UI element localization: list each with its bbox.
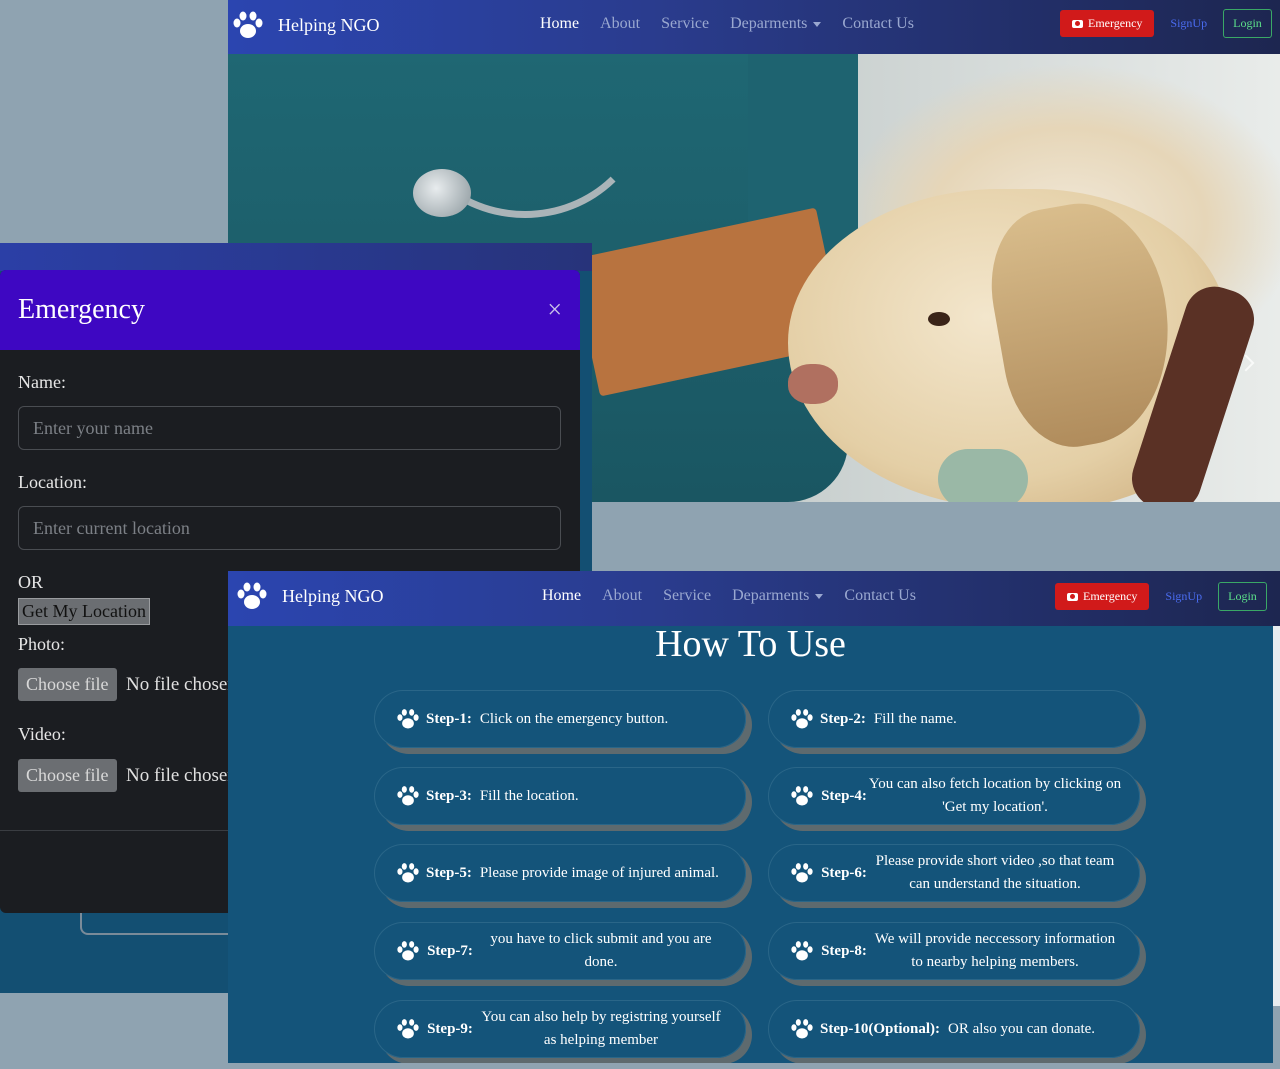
caret-down-icon: [813, 21, 822, 27]
brand[interactable]: Helping NGO: [232, 10, 380, 40]
dog-eye: [928, 312, 950, 326]
paw-icon: [396, 785, 420, 807]
step-label: Step-2:: [820, 711, 866, 727]
paw-icon: [396, 1018, 420, 1040]
or-label: OR: [18, 572, 44, 592]
brand-name-2: Helping NGO: [282, 585, 384, 606]
photo-choose-file-button[interactable]: Choose file: [18, 668, 117, 701]
brand-2[interactable]: Helping NGO: [236, 581, 384, 611]
camera-icon: [1067, 592, 1078, 601]
close-icon[interactable]: ×: [547, 297, 562, 323]
nav-departments-label-2: Deparments: [732, 587, 810, 604]
step-label: Step-7:: [427, 943, 473, 959]
backdrop-navbar-strip: [0, 243, 592, 271]
photo-file-status: No file chosen: [126, 674, 237, 695]
nav-actions: Emergency SignUp Login: [1060, 9, 1272, 38]
nav-actions-2: Emergency SignUp Login: [1055, 582, 1267, 611]
emergency-button-label: Emergency: [1088, 16, 1143, 30]
step-label: Step-9:: [427, 1021, 473, 1037]
paw-icon: [396, 708, 420, 730]
paw-icon: [790, 862, 814, 884]
step-card: Step-5: Please provide image of injured a…: [374, 844, 746, 902]
paw-logo-icon: [236, 581, 268, 611]
video-file-status: No file chosen: [126, 765, 237, 786]
emergency-button-label-2: Emergency: [1083, 589, 1138, 603]
step-text: Fill the location.: [479, 787, 579, 804]
emergency-button-2[interactable]: Emergency: [1055, 583, 1150, 610]
step-text: Fill the name.: [873, 710, 957, 727]
get-my-location-button[interactable]: Get My Location: [18, 598, 150, 625]
step-text: Please provide short video ,so that team…: [875, 853, 1115, 892]
step-text: Please provide image of injured animal.: [479, 864, 719, 881]
modal-header: Emergency ×: [0, 270, 580, 350]
how-to-use-title: How To Use: [655, 626, 846, 665]
how-to-use-section: How To Use Step-1: Click on the emergency…: [228, 626, 1273, 1063]
step-label: Step-10(Optional):: [820, 1021, 940, 1037]
signup-button[interactable]: SignUp: [1164, 10, 1213, 37]
nav-home-2[interactable]: Home: [542, 587, 581, 605]
modal-title: Emergency: [18, 294, 145, 325]
step-card: Step-2: Fill the name.: [768, 690, 1140, 748]
paw-icon: [790, 785, 814, 807]
step-card: Step-4: You can also fetch location by cl…: [768, 767, 1140, 825]
name-input[interactable]: [18, 406, 561, 450]
nav-contact-2[interactable]: Contact Us: [844, 587, 916, 605]
second-navbar: Helping NGO Home About Service Deparment…: [228, 571, 1280, 626]
step-text: You can also fetch location by clicking …: [868, 776, 1122, 815]
video-choose-file-button[interactable]: Choose file: [18, 759, 117, 792]
login-button-2[interactable]: Login: [1218, 582, 1267, 611]
nav-links-2: Home About Service Deparments Contact Us: [542, 587, 916, 605]
step-text: We will provide neccessory information t…: [874, 931, 1116, 970]
paw-icon: [396, 862, 420, 884]
location-input[interactable]: [18, 506, 561, 550]
nav-about-2[interactable]: About: [602, 587, 642, 605]
step-card: Step-7: you have to click submit and you …: [374, 922, 746, 980]
emergency-button[interactable]: Emergency: [1060, 10, 1155, 37]
login-button[interactable]: Login: [1223, 9, 1272, 38]
step-text: Click on the emergency button.: [479, 710, 669, 727]
nav-service-2[interactable]: Service: [663, 587, 711, 605]
photo-label: Photo:: [18, 634, 66, 654]
video-label: Video:: [18, 724, 66, 744]
scrollbar[interactable]: [1273, 626, 1280, 1006]
paw-logo-icon: [232, 10, 264, 40]
step-text: you have to click submit and you are don…: [490, 931, 712, 970]
step-card: Step-9: You can also help by registring y…: [374, 1000, 746, 1058]
step-label: Step-5:: [426, 865, 472, 881]
step-card: Step-8: We will provide neccessory inform…: [768, 922, 1140, 980]
paw-icon: [396, 940, 420, 962]
paw-icon: [790, 940, 814, 962]
stethoscope-chestpiece: [413, 169, 471, 217]
signup-button-2[interactable]: SignUp: [1159, 583, 1208, 610]
dog-nose: [788, 364, 838, 404]
step-text: You can also help by registring yourself…: [481, 1009, 721, 1048]
nav-home[interactable]: Home: [540, 15, 579, 33]
paw-icon: [790, 708, 814, 730]
step-card: Step-10(Optional): OR also you can donate…: [768, 1000, 1140, 1058]
vet-glove: [938, 449, 1028, 502]
step-label: Step-4:: [821, 788, 867, 804]
camera-icon: [1072, 19, 1083, 28]
nav-links: Home About Service Deparments Contact Us: [540, 15, 914, 33]
step-text: OR also you can donate.: [948, 1020, 1096, 1037]
brand-name: Helping NGO: [278, 14, 380, 35]
nav-departments-dropdown[interactable]: Deparments: [730, 15, 822, 33]
caret-down-icon: [815, 593, 824, 599]
step-label: Step-3:: [426, 788, 472, 804]
top-navbar: Helping NGO Home About Service Deparment…: [228, 0, 1280, 54]
nav-contact[interactable]: Contact Us: [842, 15, 914, 33]
paw-icon: [790, 1018, 814, 1040]
step-card: Step-6: Please provide short video ,so th…: [768, 844, 1140, 902]
step-card: Step-3: Fill the location.: [374, 767, 746, 825]
nav-departments-dropdown-2[interactable]: Deparments: [732, 587, 824, 605]
name-label: Name:: [18, 372, 66, 392]
nav-service[interactable]: Service: [661, 15, 709, 33]
location-label: Location:: [18, 472, 87, 492]
step-label: Step-6:: [821, 865, 867, 881]
step-label: Step-1:: [426, 711, 472, 727]
step-card: Step-1: Click on the emergency button.: [374, 690, 746, 748]
nav-departments-label: Deparments: [730, 15, 808, 32]
step-label: Step-8:: [821, 943, 867, 959]
nav-about[interactable]: About: [600, 15, 640, 33]
